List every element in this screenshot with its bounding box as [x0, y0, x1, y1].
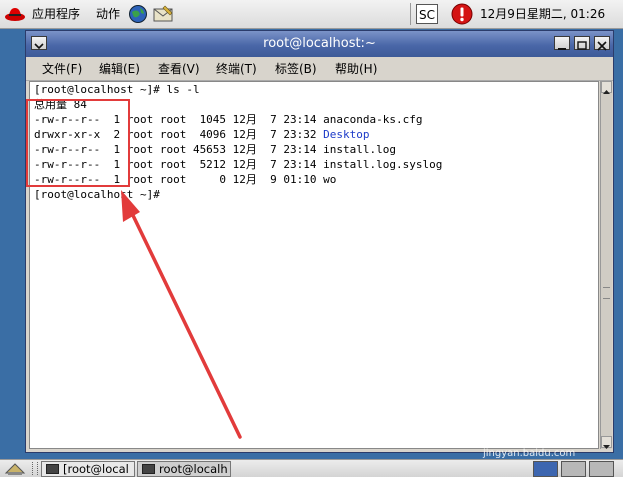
file-name: install.log	[323, 143, 397, 156]
panel-handle[interactable]	[32, 462, 38, 475]
directory-name: Desktop	[323, 128, 370, 141]
menu-edit[interactable]: 编辑(E)	[99, 57, 140, 81]
file-name: install.log.syslog	[323, 158, 443, 171]
mail-icon[interactable]	[152, 5, 174, 23]
bottom-panel: [root@local root@localh	[0, 459, 623, 477]
clock[interactable]: 12月9日星期二, 01:26	[480, 0, 605, 29]
arrow-up-icon	[603, 90, 610, 94]
annotation-highlight-box	[26, 99, 130, 187]
menu-tabs[interactable]: 标签(B)	[275, 57, 317, 81]
menu-file[interactable]: 文件(F)	[42, 57, 82, 81]
workspace-1[interactable]	[533, 461, 558, 477]
watermark-site: jingyan.baidu.com	[483, 448, 576, 459]
top-panel: 应用程序 动作 SC 12月9日星期二, 01:26	[0, 0, 623, 29]
prompt-line: [root@localhost ~]#	[34, 188, 160, 201]
scroll-up-arrow[interactable]	[601, 81, 612, 94]
applications-menu[interactable]: 应用程序	[32, 0, 80, 29]
menu-bar: 文件(F) 编辑(E) 查看(V) 终端(T) 标签(B) 帮助(H)	[26, 57, 613, 81]
minimize-icon	[558, 48, 566, 50]
terminal-window: root@localhost:~ 文件(F) 编辑(E) 查看(V) 终端(T)…	[25, 30, 614, 453]
actions-menu[interactable]: 动作	[96, 0, 120, 29]
terminal-icon	[46, 464, 59, 474]
alert-icon[interactable]	[451, 3, 473, 25]
workspace-2[interactable]	[561, 461, 586, 477]
command-line: [root@localhost ~]# ls -l	[34, 83, 200, 96]
watermark-brand: Bai 经验	[475, 423, 546, 443]
menu-view[interactable]: 查看(V)	[158, 57, 200, 81]
taskbar-item-label: root@localh	[159, 462, 228, 476]
workspace-3[interactable]	[589, 461, 614, 477]
menu-help[interactable]: 帮助(H)	[335, 57, 377, 81]
scrollbar-grip[interactable]	[603, 287, 610, 299]
close-icon	[597, 41, 607, 51]
browser-icon[interactable]	[128, 4, 148, 24]
file-name: wo	[323, 173, 337, 186]
window-titlebar[interactable]: root@localhost:~	[26, 31, 613, 57]
close-button[interactable]	[594, 36, 610, 51]
vertical-scrollbar[interactable]	[600, 81, 612, 449]
file-name: anaconda-ks.cfg	[323, 113, 423, 126]
window-title: root@localhost:~	[263, 36, 376, 51]
maximize-button[interactable]	[574, 36, 590, 50]
taskbar-item-label: [root@local	[63, 462, 129, 476]
minimize-button[interactable]	[554, 36, 570, 50]
maximize-icon	[577, 41, 587, 50]
show-desktop-icon[interactable]	[4, 461, 26, 476]
terminal-icon	[142, 464, 155, 474]
panel-separator	[410, 3, 411, 25]
taskbar-item-terminal-1[interactable]: [root@local	[41, 461, 135, 477]
menu-terminal[interactable]: 终端(T)	[216, 57, 257, 81]
taskbar-item-terminal-2[interactable]: root@localh	[137, 461, 231, 477]
input-method-indicator[interactable]: SC	[416, 4, 438, 24]
redhat-icon[interactable]	[4, 6, 26, 22]
